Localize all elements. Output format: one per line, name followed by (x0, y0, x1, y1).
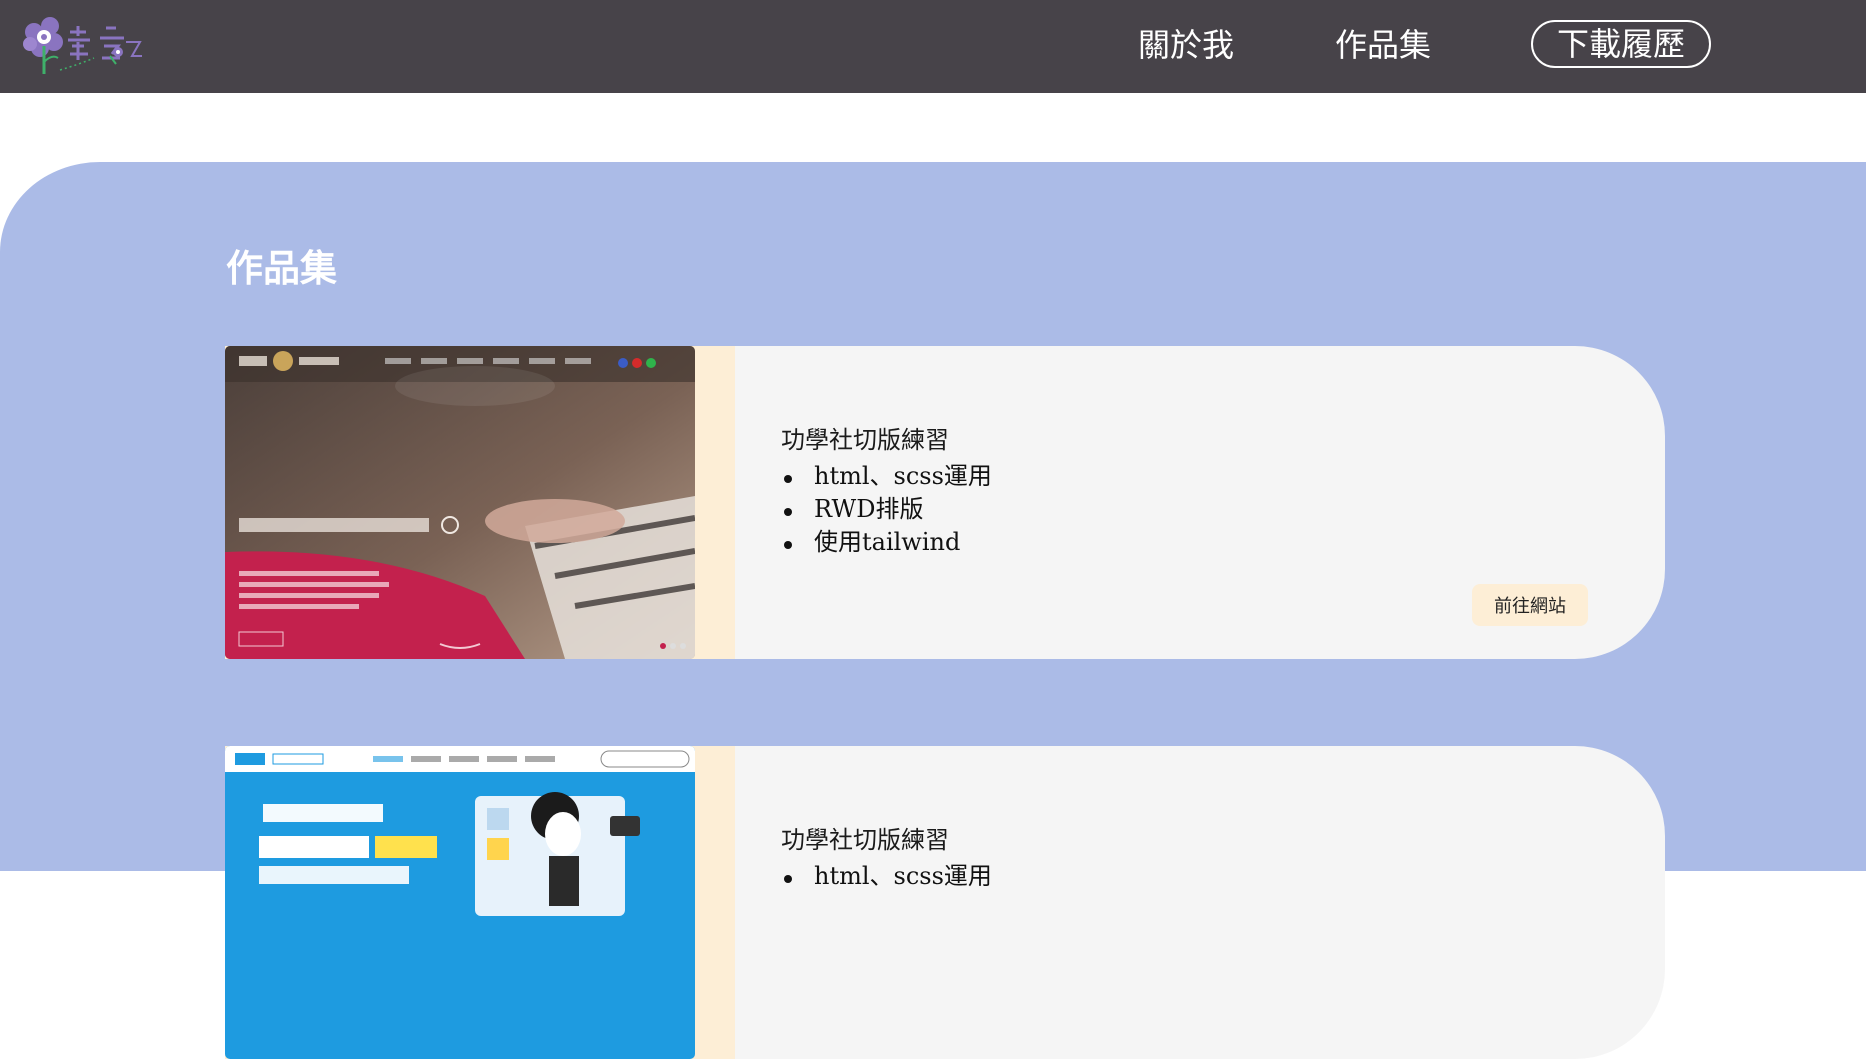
list-item: html、scss運用 (784, 460, 992, 493)
project-features-list: html、scss運用 (784, 860, 992, 893)
navbar: 關於我 作品集 下載履歷 (0, 0, 1866, 93)
flower-logo-icon[interactable] (20, 12, 152, 78)
list-item: 使用tailwind (784, 526, 992, 559)
download-resume-button[interactable]: 下載履歷 (1531, 20, 1711, 68)
list-item: html、scss運用 (784, 860, 992, 893)
project-card: 功學社切版練習 html、scss運用 (225, 746, 1665, 1059)
nav-link-about[interactable]: 關於我 (1138, 25, 1234, 65)
project-features-list: html、scss運用 RWD排版 使用tailwind (784, 460, 992, 559)
project-card: 功學社切版練習 html、scss運用 RWD排版 使用tailwind 前往網… (225, 346, 1665, 659)
course-website-screenshot-icon[interactable] (225, 746, 695, 1059)
section-title: 作品集 (226, 246, 337, 290)
list-item: RWD排版 (784, 493, 992, 526)
piano-website-screenshot-icon[interactable] (225, 346, 695, 659)
project-title: 功學社切版練習 (781, 426, 949, 454)
nav-link-portfolio[interactable]: 作品集 (1335, 25, 1431, 65)
visit-website-button[interactable]: 前往網站 (1472, 584, 1588, 626)
project-title: 功學社切版練習 (781, 826, 949, 854)
